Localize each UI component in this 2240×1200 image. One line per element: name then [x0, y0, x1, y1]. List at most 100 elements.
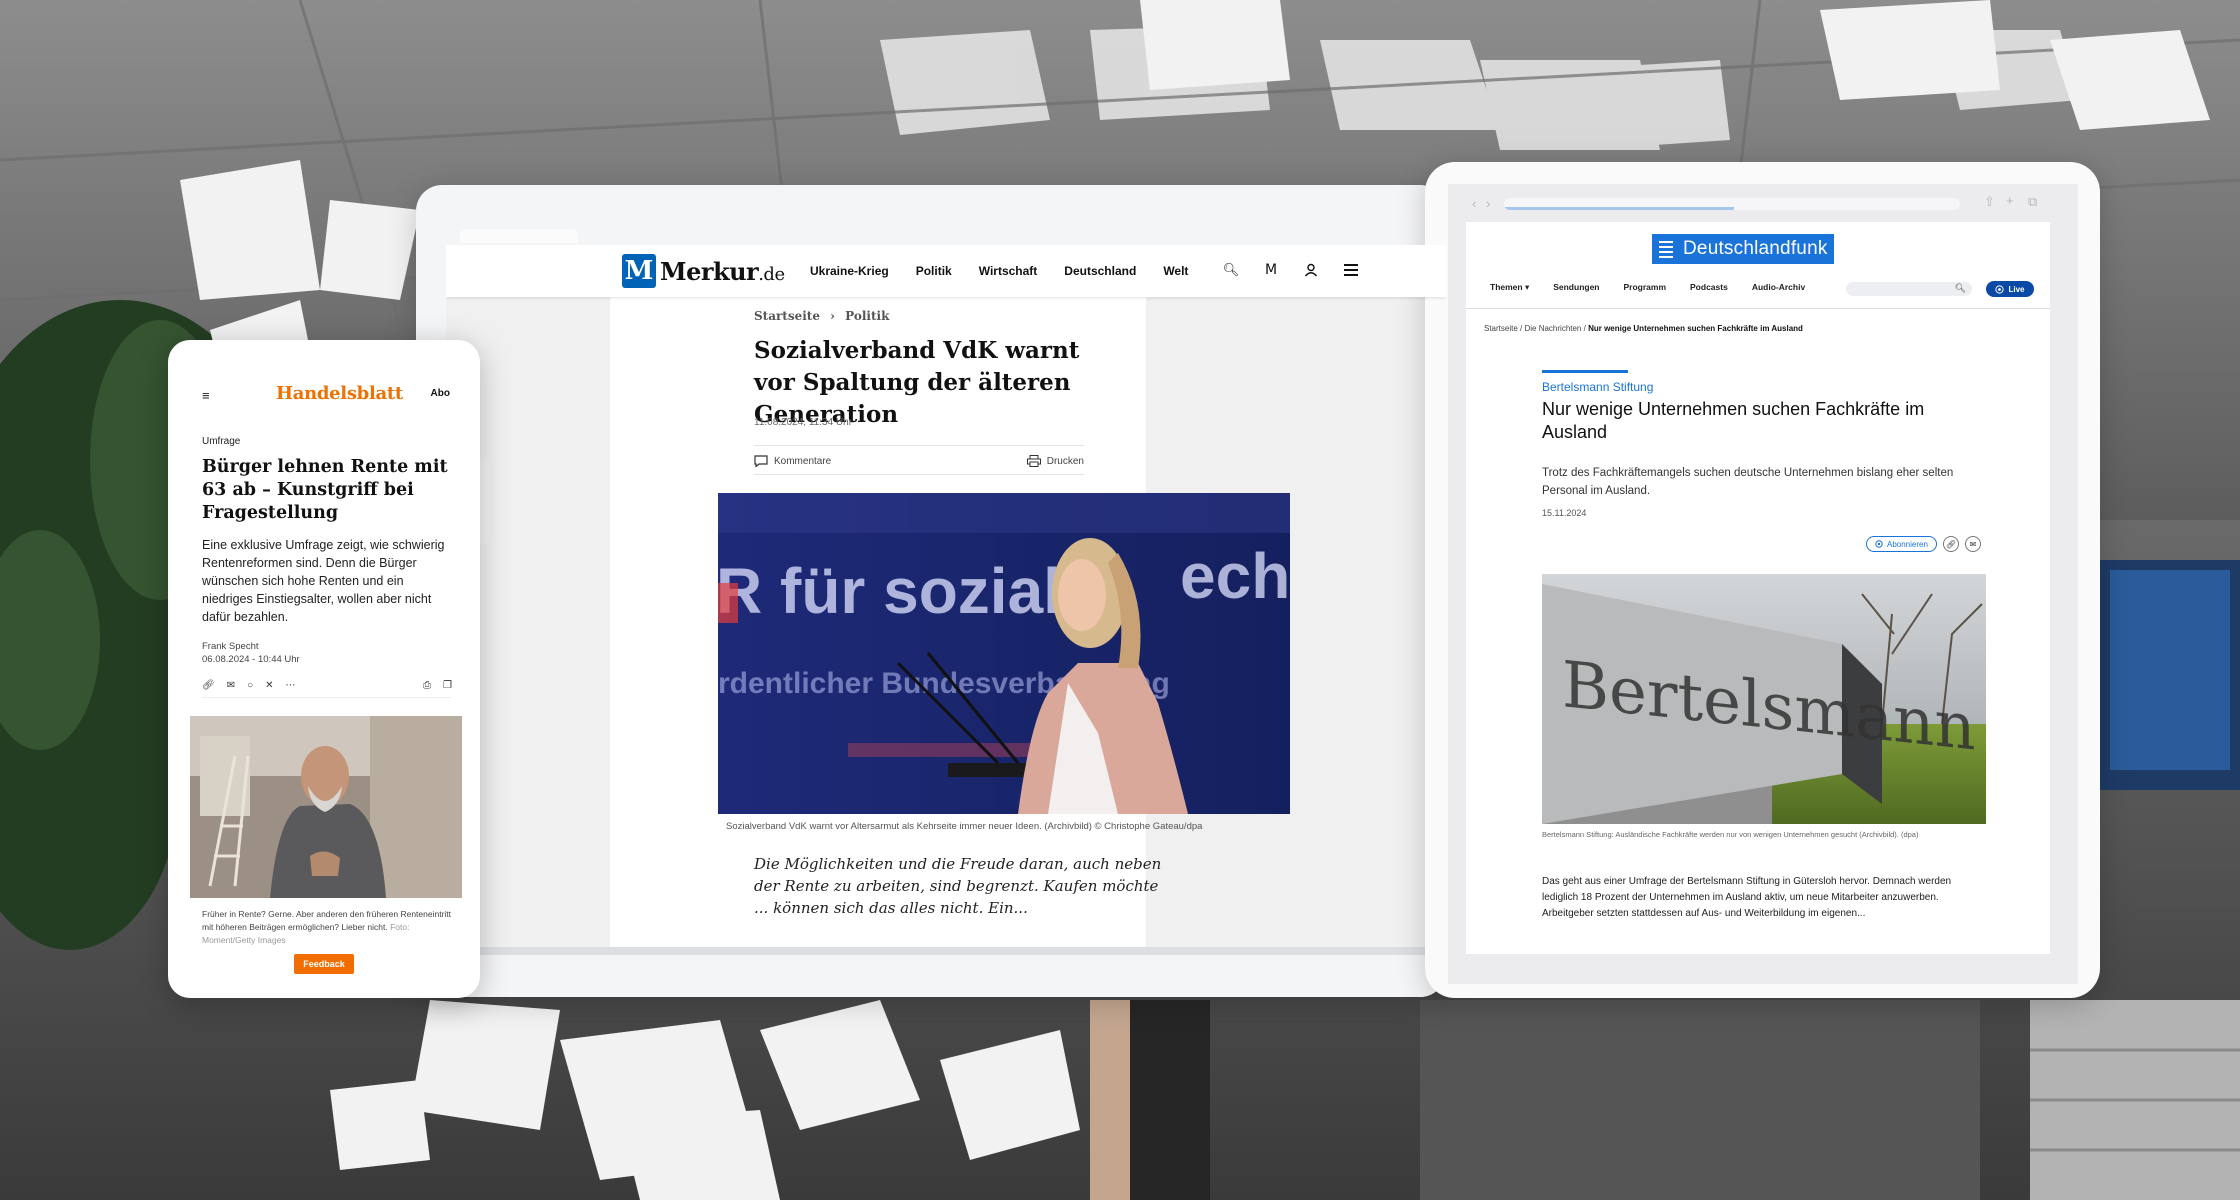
browser-toolbar: ‹ › ⇧ + ⧉: [1448, 184, 2078, 222]
laptop-bezel-bottom: [416, 955, 1446, 997]
breadcrumb: Startseite / Die Nachrichten / Nur wenig…: [1484, 324, 1803, 333]
article-kicker: Bertelsmann Stiftung: [1542, 380, 1654, 394]
image-slogan-2: echt: [1180, 540, 1290, 612]
breadcrumb-home[interactable]: Startseite: [754, 309, 820, 323]
dlf-logo-text: Deutschlandfunk: [1683, 238, 1828, 259]
nav-item-deutschland[interactable]: Deutschland: [1064, 264, 1136, 278]
breadcrumb-home[interactable]: Startseite: [1484, 324, 1518, 333]
image-slogan-1: R für soziale: [718, 555, 1097, 627]
article-image[interactable]: R für soziale echt rdentlicher Bundesver…: [718, 493, 1290, 814]
mail-icon[interactable]: ✉︎: [1964, 536, 1981, 552]
kicker-rule: [1542, 370, 1628, 373]
page-load-progress: [1504, 207, 1734, 210]
merkur-logo-text: Merkur.de: [660, 257, 785, 286]
live-label: Live: [2008, 284, 2025, 294]
dlf-logo[interactable]: Deutschlandfunk: [1652, 234, 1834, 264]
merkur-browser-viewport: M Merkur.de Ukraine-Krieg Politik Wirtsc…: [446, 245, 1446, 947]
print-icon[interactable]: ⎙: [423, 680, 431, 691]
subscribe-button[interactable]: Abonnieren: [1866, 536, 1937, 552]
radio-icon: [1875, 540, 1883, 548]
breadcrumb-news[interactable]: Die Nachrichten: [1524, 324, 1581, 333]
share-bar: 🔗︎ ✉︎ ○ ✕ ⋯ ⎙ ❐: [202, 674, 452, 698]
nav-item-wirtschaft[interactable]: Wirtschaft: [979, 264, 1038, 278]
article-teaser: Eine exklusive Umfrage zeigt, wie schwie…: [202, 538, 445, 624]
caption-text: Früher in Rente? Gerne. Aber anderen den…: [202, 909, 452, 932]
comments-label: Kommentare: [774, 455, 832, 467]
nav-item-themen[interactable]: Themen ▾: [1490, 282, 1529, 293]
article-body: Das geht aus einer Umfrage der Bertelsma…: [1542, 876, 1952, 919]
mail-icon[interactable]: ✉︎: [227, 680, 235, 691]
whatsapp-icon[interactable]: ○: [247, 680, 253, 691]
merkur-logo[interactable]: M Merkur.de: [622, 253, 785, 289]
dlf-page: Deutschlandfunk Themen ▾ Sendungen Progr…: [1466, 222, 2050, 954]
merkur-logo-name: Merkur: [660, 256, 759, 286]
menu-icon[interactable]: [1342, 261, 1360, 279]
dlf-main-nav: Themen ▾ Sendungen Programm Podcasts Aud…: [1490, 282, 1805, 293]
author-name[interactable]: Frank Specht: [202, 640, 300, 653]
breadcrumb-current: Nur wenige Unternehmen suchen Fachkräfte…: [1588, 324, 1803, 333]
article-date: 11.08.2024, 11:34 Uhr: [754, 417, 853, 428]
breadcrumb-chevron-icon: ›: [830, 309, 835, 323]
tablet-browser: ‹ › ⇧ + ⧉ Deutschlandfunk Themen ▾ Sendu…: [1448, 184, 2078, 984]
merkur-logo-tld: .de: [758, 263, 785, 285]
share-icon[interactable]: ⇧: [1984, 194, 1995, 210]
print-label: Drucken: [1046, 455, 1084, 467]
phone-device: ≡ Handelsblatt Abo Umfrage Bürger lehnen…: [168, 340, 480, 998]
new-tab-icon[interactable]: +: [2006, 193, 2014, 208]
laptop-device: M Merkur.de Ukraine-Krieg Politik Wirtsc…: [416, 185, 1446, 997]
article-image[interactable]: Bertelsmann Stift: [1542, 574, 1986, 824]
breadcrumb-section[interactable]: Politik: [845, 309, 889, 323]
merkur-main-menu: Ukraine-Krieg Politik Wirtschaft Deutsch…: [810, 264, 1188, 278]
x-icon[interactable]: ✕: [265, 680, 273, 691]
article-title: Bürger lehnen Rente mit 63 ab – Kunstgri…: [202, 457, 448, 523]
handelsblatt-header: ≡ Handelsblatt Abo: [168, 340, 480, 410]
printer-icon: [1026, 455, 1041, 467]
article-title: Nur wenige Unternehmen suchen Fachkräfte…: [1542, 399, 1925, 442]
handelsblatt-logo[interactable]: Handelsblatt: [276, 383, 403, 404]
article-date: 15.11.2024: [1542, 508, 1587, 518]
article-toolbar: Kommentare Drucken: [754, 445, 1084, 475]
nav-item-sendungen[interactable]: Sendungen: [1553, 282, 1599, 293]
back-icon[interactable]: ‹: [1472, 196, 1476, 211]
nav-item-welt[interactable]: Welt: [1163, 264, 1188, 278]
article-image[interactable]: [190, 716, 462, 898]
article-date: 06.08.2024 - 10:44 Uhr: [202, 654, 300, 665]
nav-item-programm[interactable]: Programm: [1624, 282, 1667, 293]
comment-icon: [754, 455, 768, 467]
bookmark-icon[interactable]: ❐: [443, 680, 452, 691]
live-button[interactable]: Live: [1986, 281, 2034, 297]
address-bar[interactable]: [1504, 198, 1960, 210]
nav-item-ukraine-krieg[interactable]: Ukraine-Krieg: [810, 264, 889, 278]
forward-icon[interactable]: ›: [1486, 196, 1490, 211]
print-button[interactable]: Drucken: [1026, 455, 1084, 467]
nav-item-podcasts[interactable]: Podcasts: [1690, 282, 1728, 293]
browser-tab[interactable]: [460, 229, 578, 243]
article-lead: Die Möglichkeiten und die Freude daran, …: [754, 855, 1162, 917]
nav-item-politik[interactable]: Politik: [916, 264, 952, 278]
merkur-logo-mark: M: [622, 254, 656, 288]
article-image-caption: Früher in Rente? Gerne. Aber anderen den…: [202, 908, 456, 947]
abo-link[interactable]: Abo: [431, 388, 450, 399]
more-icon[interactable]: ⋯: [286, 680, 296, 691]
link-icon[interactable]: 🔗︎: [1942, 536, 1959, 552]
merkur-nav-icons: 🔍︎ M: [1222, 261, 1360, 279]
search-input[interactable]: 🔍︎: [1846, 282, 1972, 296]
handelsblatt-article: Umfrage Bürger lehnen Rente mit 63 ab – …: [188, 418, 462, 974]
tablet-device: ‹ › ⇧ + ⧉ Deutschlandfunk Themen ▾ Sendu…: [1425, 162, 2100, 998]
subscribe-label: Abonnieren: [1887, 539, 1928, 549]
breadcrumb: Startseite › Politik: [754, 309, 889, 323]
link-icon[interactable]: 🔗︎: [202, 680, 215, 691]
merkur-navbar: M Merkur.de Ukraine-Krieg Politik Wirtsc…: [446, 245, 1446, 297]
tabs-icon[interactable]: ⧉: [2028, 194, 2037, 210]
article-kicker: Umfrage: [202, 436, 241, 447]
nav-item-audio-archiv[interactable]: Audio-Archiv: [1752, 282, 1805, 293]
m-icon[interactable]: M: [1262, 261, 1280, 279]
comments-button[interactable]: Kommentare: [754, 455, 831, 467]
search-icon[interactable]: 🔍︎: [1222, 261, 1240, 279]
live-radio-icon: [1995, 284, 2005, 294]
menu-icon[interactable]: ≡: [202, 388, 210, 403]
user-icon[interactable]: [1302, 261, 1320, 279]
search-icon[interactable]: 🔍︎: [1955, 283, 1966, 294]
feedback-button[interactable]: Feedback: [294, 954, 354, 974]
dlf-logo-icon: [1655, 238, 1677, 260]
